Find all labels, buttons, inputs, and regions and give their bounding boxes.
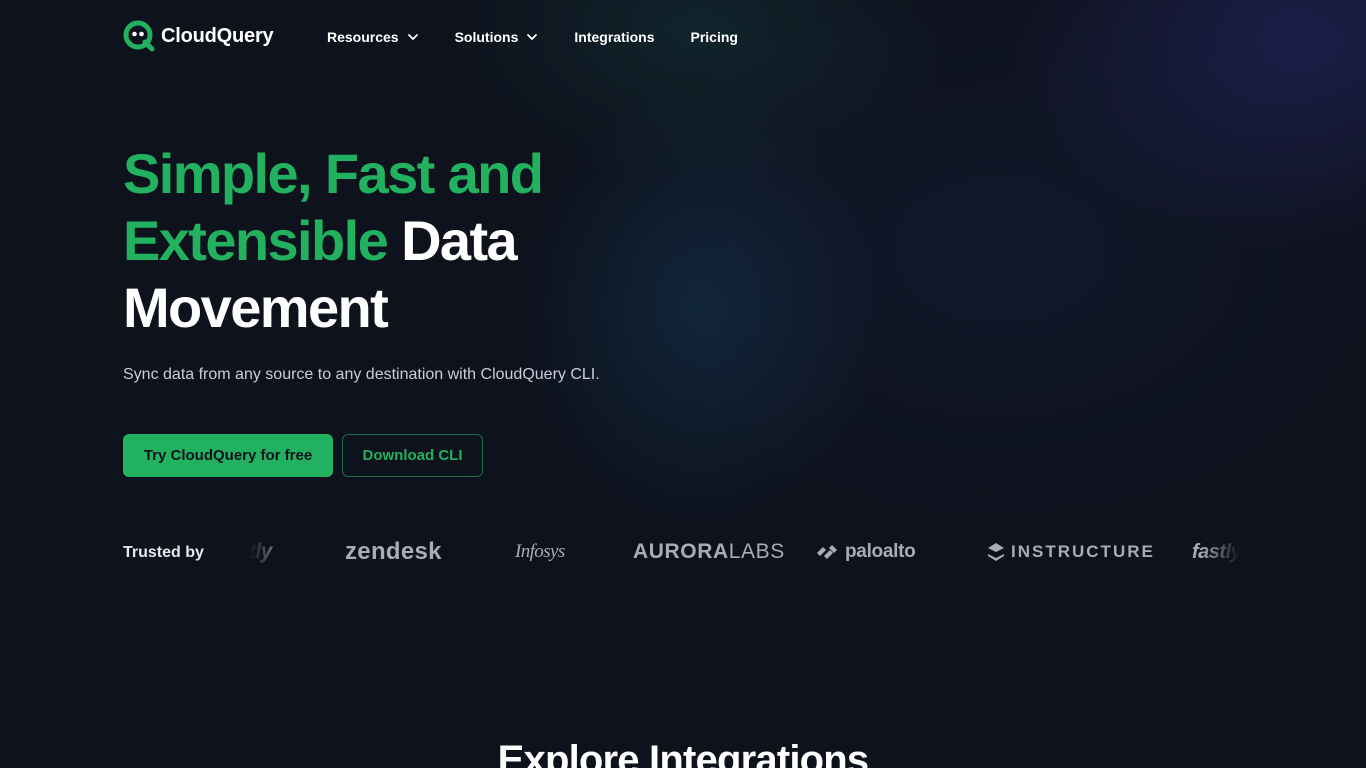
- hero-subtitle: Sync data from any source to any destina…: [123, 366, 600, 383]
- nav-item-label: Pricing: [690, 29, 738, 45]
- nav-item-label: Resources: [327, 29, 399, 45]
- trusted-by-label: Trusted by: [123, 544, 204, 561]
- nav-links: Resources Solutions Integrations Pricing: [327, 27, 774, 47]
- chevron-down-icon: [407, 34, 418, 40]
- brand-text: Infosys: [515, 541, 565, 562]
- instructure-logo: INSTRUCTURE: [987, 530, 1155, 574]
- zendesk-logo: zendesk: [345, 530, 442, 574]
- nav-item-solutions[interactable]: Solutions: [455, 27, 539, 47]
- nav-item-label: Integrations: [574, 29, 655, 45]
- paloalto-logo: paloalto: [815, 530, 916, 574]
- top-navigation: CloudQuery Resources Solutions Integrati…: [0, 0, 1366, 75]
- try-free-button[interactable]: Try CloudQuery for free: [123, 434, 333, 477]
- auroralabs-logo: AURORA LABS: [633, 530, 785, 574]
- nav-item-label: Solutions: [454, 29, 519, 45]
- carousel-fade-left: [250, 530, 290, 574]
- hero-title-word: Movement: [123, 276, 389, 339]
- paloalto-icon: [817, 545, 837, 559]
- nav-item-resources[interactable]: Resources: [327, 27, 419, 47]
- carousel-fade-right: [1200, 530, 1240, 574]
- brand-text: INSTRUCTURE: [1011, 542, 1155, 561]
- nav-item-integrations[interactable]: Integrations: [574, 27, 654, 47]
- brand-text: AURORA: [633, 540, 729, 563]
- brand-text: LABS: [728, 540, 785, 563]
- customer-logo-carousel: fastly zendesk Infosys AURORALABS paloal…: [250, 530, 1240, 574]
- nav-item-pricing[interactable]: Pricing: [691, 27, 738, 47]
- hero-title: Simple, Fast and Extensible Data Movemen…: [123, 140, 683, 341]
- hero-title-word: Data: [401, 209, 518, 272]
- download-cli-button[interactable]: Download CLI: [342, 434, 483, 477]
- cloudquery-logo-link[interactable]: CloudQuery: [123, 20, 274, 52]
- infosys-logo: Infosys: [515, 530, 565, 574]
- logo-wordmark: CloudQuery: [161, 24, 274, 47]
- brand-text: paloalto: [845, 541, 916, 562]
- instructure-icon: [988, 543, 1004, 561]
- explore-integrations-heading: Explore Integrations: [497, 738, 870, 768]
- chevron-down-icon: [527, 34, 538, 40]
- cloudquery-logo-icon: [123, 20, 155, 52]
- brand-text: zendesk: [345, 538, 442, 565]
